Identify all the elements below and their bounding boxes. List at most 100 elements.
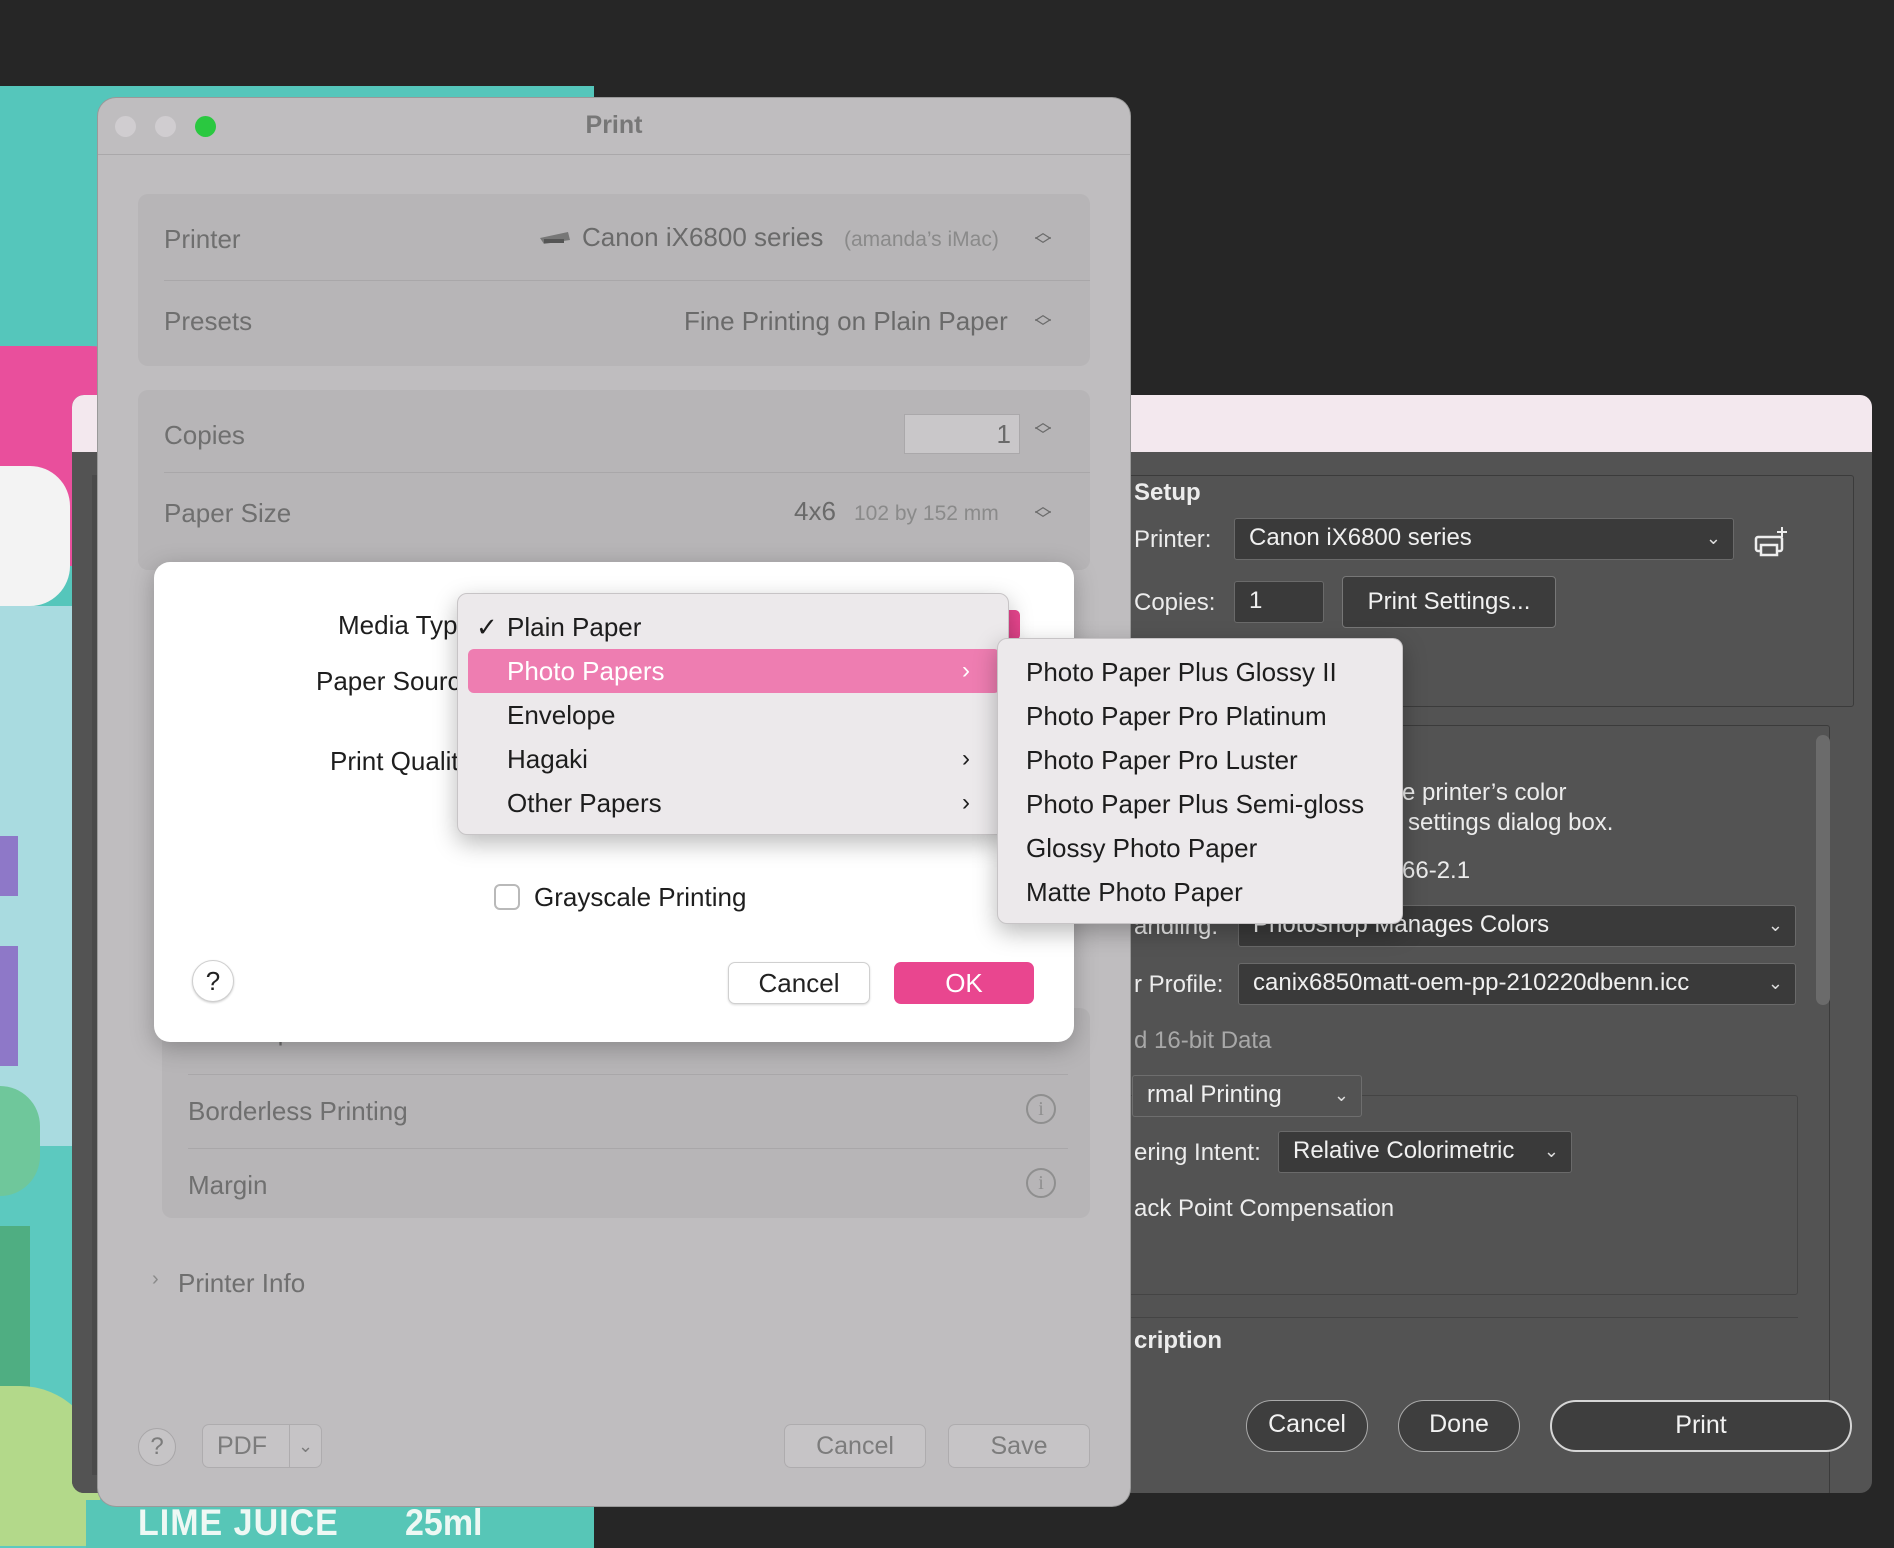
ps-copies-input[interactable]: 1 <box>1234 581 1324 623</box>
ps-done-button[interactable]: Done <box>1398 1400 1520 1452</box>
rendering-intent-label: ering Intent: <box>1134 1139 1261 1166</box>
ps-printer-value: Canon iX6800 series <box>1249 524 1472 551</box>
menu-item-hagaki[interactable]: Hagaki › <box>458 737 1010 781</box>
black-point-label[interactable]: ack Point Compensation <box>1134 1195 1394 1223</box>
color-note-line1: e printer’s color <box>1402 779 1567 806</box>
chevron-down-icon: ⌄ <box>1767 915 1783 935</box>
printer-info-label[interactable]: Printer Info <box>178 1268 305 1299</box>
menu-item-envelope[interactable]: Envelope <box>458 693 1010 737</box>
updown-arrows-icon: ︿ ﹀ <box>1034 223 1052 255</box>
menu-item-photo-papers[interactable]: Photo Papers › <box>468 649 1000 693</box>
description-heading: cription <box>1134 1327 1222 1354</box>
menu-item-label: Envelope <box>507 700 616 730</box>
menu-item-label: Plain Paper <box>507 612 642 642</box>
submenu-item[interactable]: Photo Paper Plus Semi-gloss <box>1026 782 1364 826</box>
grayscale-label[interactable]: Grayscale Printing <box>534 882 746 913</box>
printer-profile-select[interactable]: canix6850matt-oem-pp-210220dbenn.icc ⌄ <box>1238 963 1796 1005</box>
paper-source-label: Paper Sourc <box>316 666 461 696</box>
paper-size-dims: 102 by 152 mm <box>854 502 999 525</box>
menu-item-label: Other Papers <box>507 788 662 818</box>
photo-papers-submenu: Photo Paper Plus Glossy II Photo Paper P… <box>997 638 1403 924</box>
updown-arrows-icon: ︿ ﹀ <box>1034 497 1052 529</box>
profile-fragment: 66-2.1 <box>1402 857 1471 884</box>
copies-input[interactable]: 1 <box>904 414 1020 454</box>
presets-popup[interactable]: Fine Printing on Plain Paper <box>684 306 1008 337</box>
printer-add-icon[interactable] <box>1752 523 1794 566</box>
artwork-purple-letter <box>0 946 18 1066</box>
send-16bit-label[interactable]: d 16-bit Data <box>1134 1027 1271 1055</box>
print-titlebar: Print <box>98 98 1130 154</box>
chevron-down-icon: ⌄ <box>1705 528 1721 548</box>
pdf-label: PDF <box>217 1432 267 1460</box>
updown-arrows-icon: ︿ ﹀ <box>1034 305 1052 337</box>
artwork-purple-letter <box>0 836 18 896</box>
printer-profile-value: canix6850matt-oem-pp-210220dbenn.icc <box>1253 969 1690 996</box>
sheet-ok-button[interactable]: OK <box>894 962 1034 1004</box>
disclosure-chevron-icon[interactable]: › <box>152 1268 159 1291</box>
grayscale-checkbox[interactable] <box>494 884 520 910</box>
submenu-item[interactable]: Photo Paper Pro Platinum <box>1026 694 1327 738</box>
copies-label: Copies <box>164 420 245 450</box>
submenu-item[interactable]: Photo Paper Plus Glossy II <box>1026 650 1337 694</box>
chevron-right-icon: › <box>962 789 970 816</box>
media-type-label: Media Typ <box>338 610 458 640</box>
media-type-menu: ✓ Plain Paper Photo Papers › Envelope Ha… <box>457 593 1009 835</box>
ps-printer-label: Printer: <box>1134 526 1212 553</box>
sheet-help-button[interactable]: ? <box>192 960 234 1002</box>
chevron-down-icon: ⌄ <box>1543 1141 1559 1161</box>
print-save-button[interactable]: Save <box>948 1424 1090 1468</box>
presets-label: Presets <box>164 306 253 336</box>
submenu-item[interactable]: Matte Photo Paper <box>1026 870 1243 914</box>
menu-item-label: Photo Papers <box>507 656 665 686</box>
sheet-cancel-button[interactable]: Cancel <box>728 962 870 1004</box>
pdf-menu-button[interactable]: PDF ⌄ <box>202 1424 322 1468</box>
normal-printing-select[interactable]: rmal Printing ⌄ <box>1132 1075 1362 1117</box>
print-help-button[interactable]: ? <box>138 1428 176 1466</box>
borderless-printing-label[interactable]: Borderless Printing <box>188 1096 408 1127</box>
artwork-volume-label: 25ml <box>405 1502 483 1544</box>
color-note-line2: settings dialog box. <box>1408 809 1614 836</box>
print-quality-label: Print Qualit <box>330 746 459 776</box>
print-cancel-button[interactable]: Cancel <box>784 1424 926 1468</box>
copies-stepper[interactable]: ︿ ﹀ <box>1033 414 1053 444</box>
divider <box>98 154 1130 155</box>
printer-icon <box>538 228 572 253</box>
ps-printer-select[interactable]: Canon iX6800 series ⌄ <box>1234 518 1734 560</box>
checkmark-icon: ✓ <box>476 612 498 642</box>
paper-size-value: 4x6 <box>794 496 836 526</box>
ps-print-button[interactable]: Print <box>1550 1400 1852 1452</box>
rendering-intent-select[interactable]: Relative Colorimetric ⌄ <box>1278 1131 1572 1173</box>
info-icon[interactable]: i <box>1026 1168 1056 1198</box>
printer-host: (amanda’s iMac) <box>844 228 999 251</box>
submenu-item[interactable]: Glossy Photo Paper <box>1026 826 1257 870</box>
ps-cancel-button[interactable]: Cancel <box>1246 1400 1368 1452</box>
chevron-down-icon: ⌄ <box>1333 1085 1349 1105</box>
submenu-item[interactable]: Photo Paper Pro Luster <box>1026 738 1298 782</box>
divider <box>164 280 1090 281</box>
paper-size-label: Paper Size <box>164 498 292 528</box>
artwork-white-shape <box>0 466 70 606</box>
print-settings-button[interactable]: Print Settings... <box>1342 576 1556 628</box>
artwork-product-label: LIME JUICE <box>138 1502 339 1544</box>
paper-size-popup[interactable]: 4x6 102 by 152 mm <box>794 494 1024 534</box>
chevron-down-icon: ⌄ <box>289 1425 313 1467</box>
rendering-intent-value: Relative Colorimetric <box>1293 1137 1515 1164</box>
printer-profile-label: r Profile: <box>1134 971 1224 998</box>
chevron-right-icon: › <box>962 745 970 772</box>
divider <box>1112 1317 1798 1318</box>
menu-item-plain-paper[interactable]: ✓ Plain Paper <box>458 605 1010 649</box>
chevron-down-icon: ⌄ <box>1767 973 1783 993</box>
menu-item-other-papers[interactable]: Other Papers › <box>458 781 1010 825</box>
ps-copies-label: Copies: <box>1134 589 1216 616</box>
printer-label: Printer <box>164 224 241 254</box>
info-icon[interactable]: i <box>1026 1094 1056 1124</box>
margin-label[interactable]: Margin <box>188 1170 267 1201</box>
divider <box>188 1074 1068 1075</box>
divider <box>188 1148 1068 1149</box>
printer-setup-heading: r Setup <box>1118 479 1201 506</box>
scrollbar-thumb[interactable] <box>1816 735 1830 1005</box>
divider <box>164 472 1090 473</box>
printer-value: Canon iX6800 series <box>582 222 824 252</box>
normal-printing-value: rmal Printing <box>1147 1081 1282 1108</box>
window-title: Print <box>585 111 643 139</box>
